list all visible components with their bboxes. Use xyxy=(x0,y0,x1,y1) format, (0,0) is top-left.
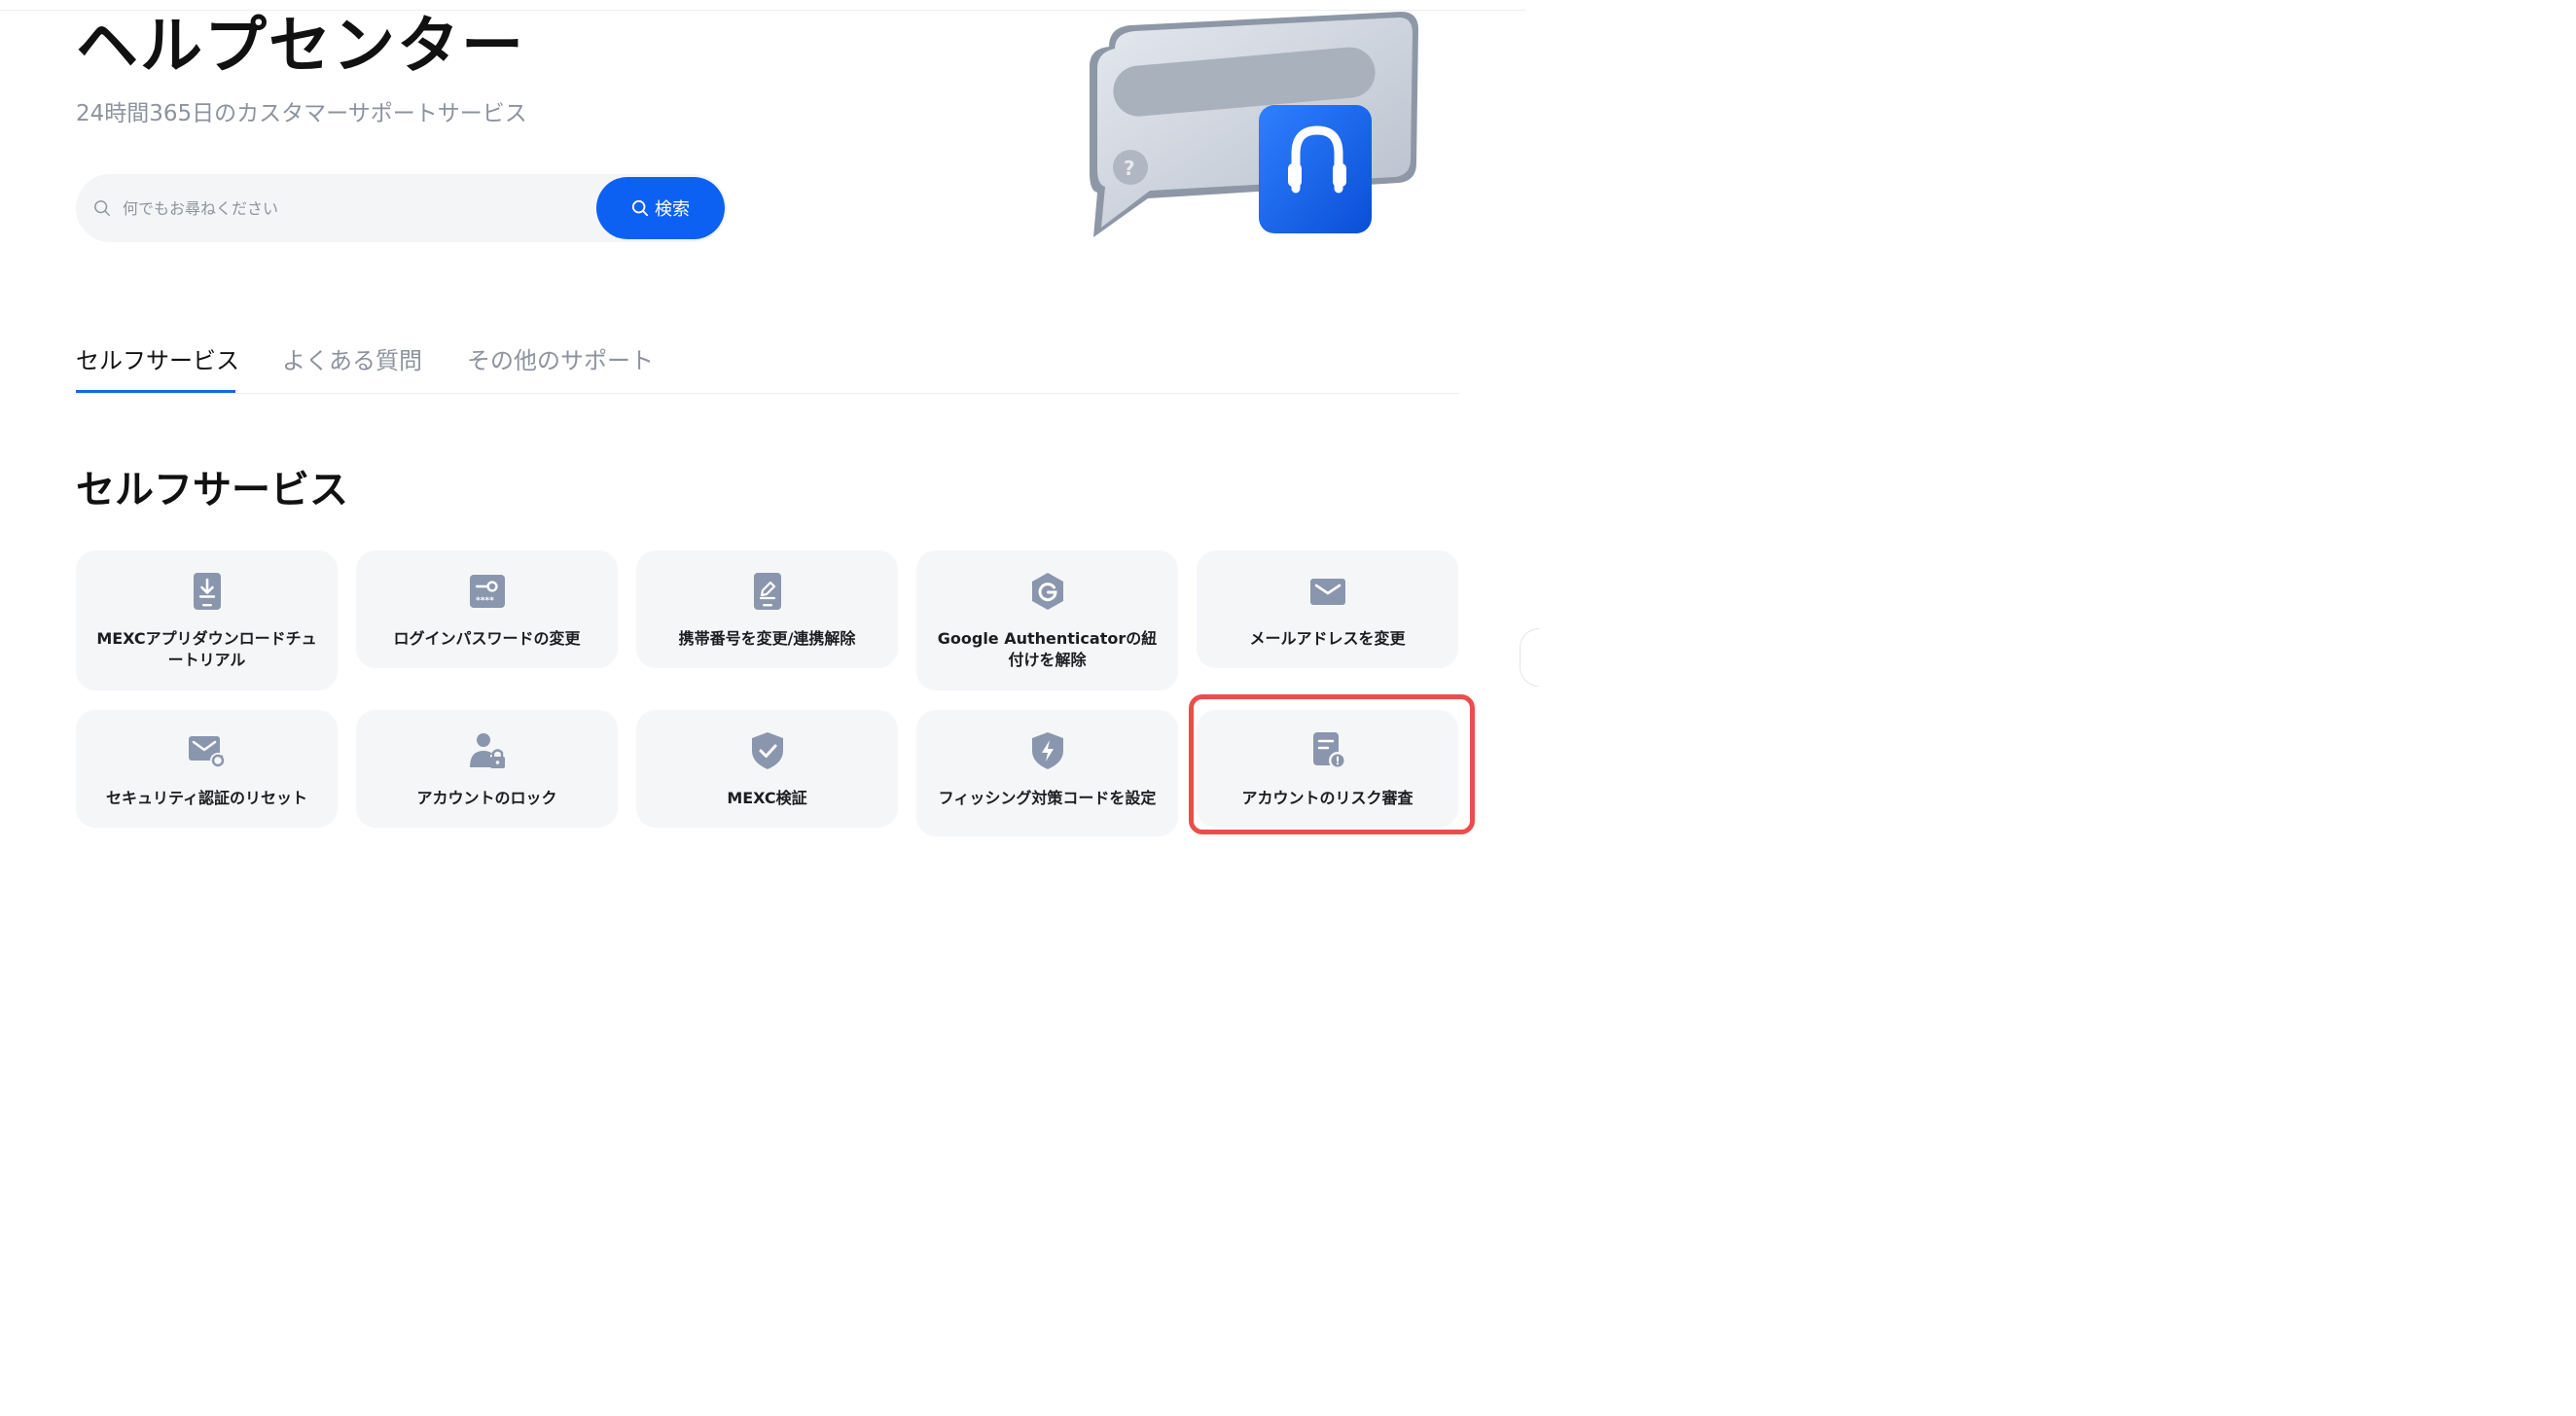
card-label: MEXCアプリダウンロードチュートリアル xyxy=(96,629,317,669)
card-label: Google Authenticatorの紐付けを解除 xyxy=(937,629,1158,669)
card-mexc-verification[interactable]: MEXC検証 xyxy=(636,710,898,828)
search-button-label: 検索 xyxy=(655,199,690,220)
card-label: フィッシング対策コードを設定 xyxy=(938,789,1157,807)
section-title: セルフサービス xyxy=(76,468,348,513)
side-floating-button[interactable] xyxy=(1520,628,1539,687)
card-label: アカウントのリスク審査 xyxy=(1241,789,1413,807)
search-icon xyxy=(631,199,649,217)
document-alert-icon xyxy=(1312,732,1346,769)
card-reset-security-verification[interactable]: セキュリティ認証のリセット xyxy=(76,710,338,828)
svg-text:?: ? xyxy=(1124,157,1135,180)
help-center-page: ヘルプセンター 24時間365日のカスタマーサポートサービス 検索 xyxy=(0,0,1539,840)
svg-text:****: **** xyxy=(476,596,494,606)
phone-edit-icon xyxy=(753,573,781,610)
password-key-icon: **** xyxy=(469,575,505,608)
card-label: アカウントのロック xyxy=(416,789,557,807)
tab-other-support[interactable]: その他のサポート xyxy=(467,344,654,394)
search-icon xyxy=(94,200,110,216)
google-authenticator-icon xyxy=(1031,573,1063,610)
card-set-anti-phishing-code[interactable]: フィッシング対策コードを設定 xyxy=(916,710,1178,836)
active-tab-indicator xyxy=(76,390,235,393)
mail-reset-icon xyxy=(188,736,226,768)
search-bar: 検索 xyxy=(76,174,727,242)
card-label: MEXC検証 xyxy=(727,789,807,807)
user-lock-icon xyxy=(469,733,505,768)
mail-icon xyxy=(1309,579,1345,605)
card-change-email[interactable]: メールアドレスを変更 xyxy=(1197,550,1458,668)
card-app-download-tutorial[interactable]: MEXCアプリダウンロードチュートリアル xyxy=(76,550,338,690)
page-title: ヘルプセンター xyxy=(76,11,525,83)
card-label: ログインパスワードの変更 xyxy=(393,629,581,648)
search-button[interactable]: 検索 xyxy=(596,177,725,239)
tab-bar: セルフサービス よくある質問 その他のサポート xyxy=(76,344,1459,394)
card-account-risk-review[interactable]: アカウントのリスク審査 xyxy=(1197,710,1458,828)
card-label: 携帯番号を変更/連携解除 xyxy=(678,629,856,648)
card-change-phone-number[interactable]: 携帯番号を変更/連携解除 xyxy=(636,550,898,668)
card-unbind-google-authenticator[interactable]: Google Authenticatorの紐付けを解除 xyxy=(916,550,1178,690)
tab-self-service[interactable]: セルフサービス xyxy=(76,344,239,394)
shield-bolt-icon xyxy=(1031,732,1063,769)
phone-download-icon xyxy=(193,573,221,610)
card-label: メールアドレスを変更 xyxy=(1249,629,1406,648)
card-change-login-password[interactable]: **** ログインパスワードの変更 xyxy=(356,550,618,668)
shield-check-icon xyxy=(751,732,783,769)
page-subtitle: 24時間365日のカスタマーサポートサービス xyxy=(76,101,527,126)
card-label: セキュリティ認証のリセット xyxy=(105,789,308,807)
support-headset-illustration: ? xyxy=(1090,12,1418,237)
search-input[interactable] xyxy=(123,192,590,225)
tab-faq[interactable]: よくある質問 xyxy=(282,344,422,394)
card-lock-account[interactable]: アカウントのロック xyxy=(356,710,618,828)
